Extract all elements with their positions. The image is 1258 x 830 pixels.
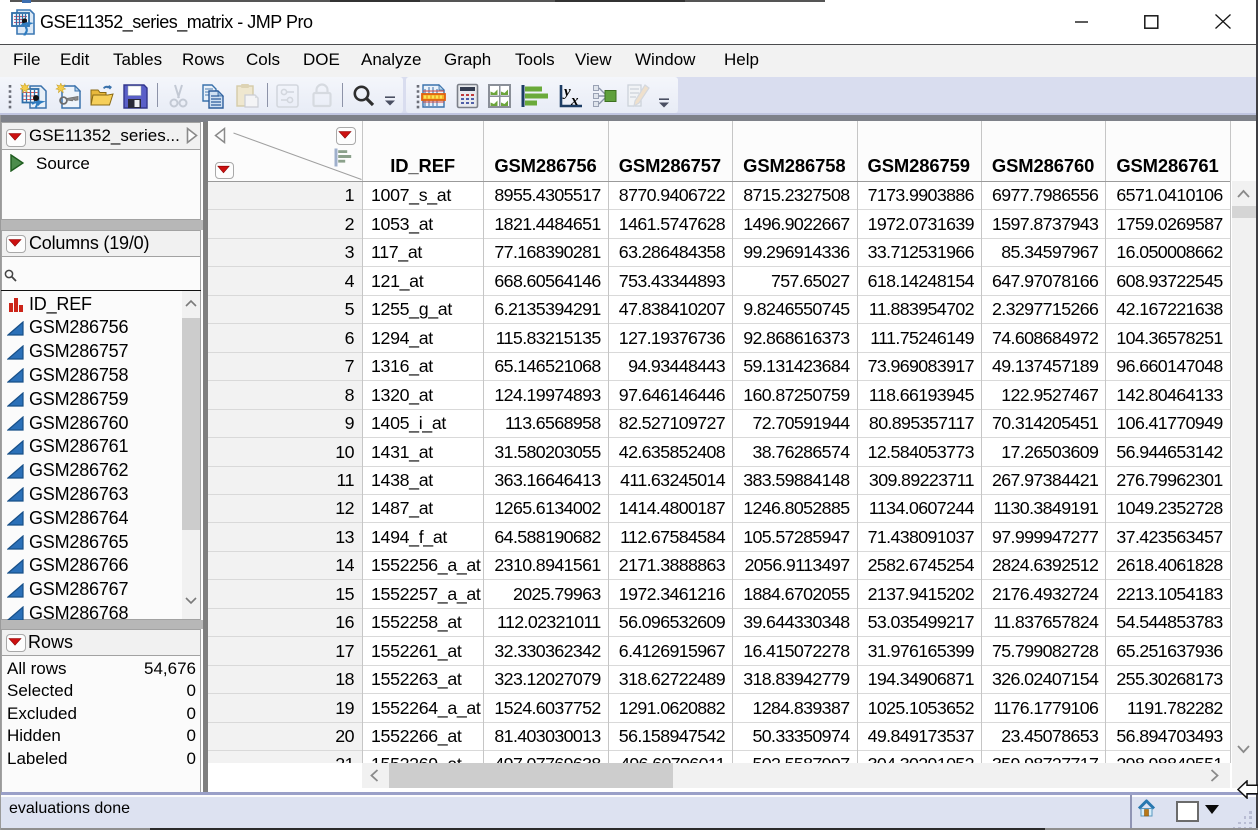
svg-text:x: x: [570, 93, 579, 109]
svg-text:y: y: [562, 84, 571, 100]
